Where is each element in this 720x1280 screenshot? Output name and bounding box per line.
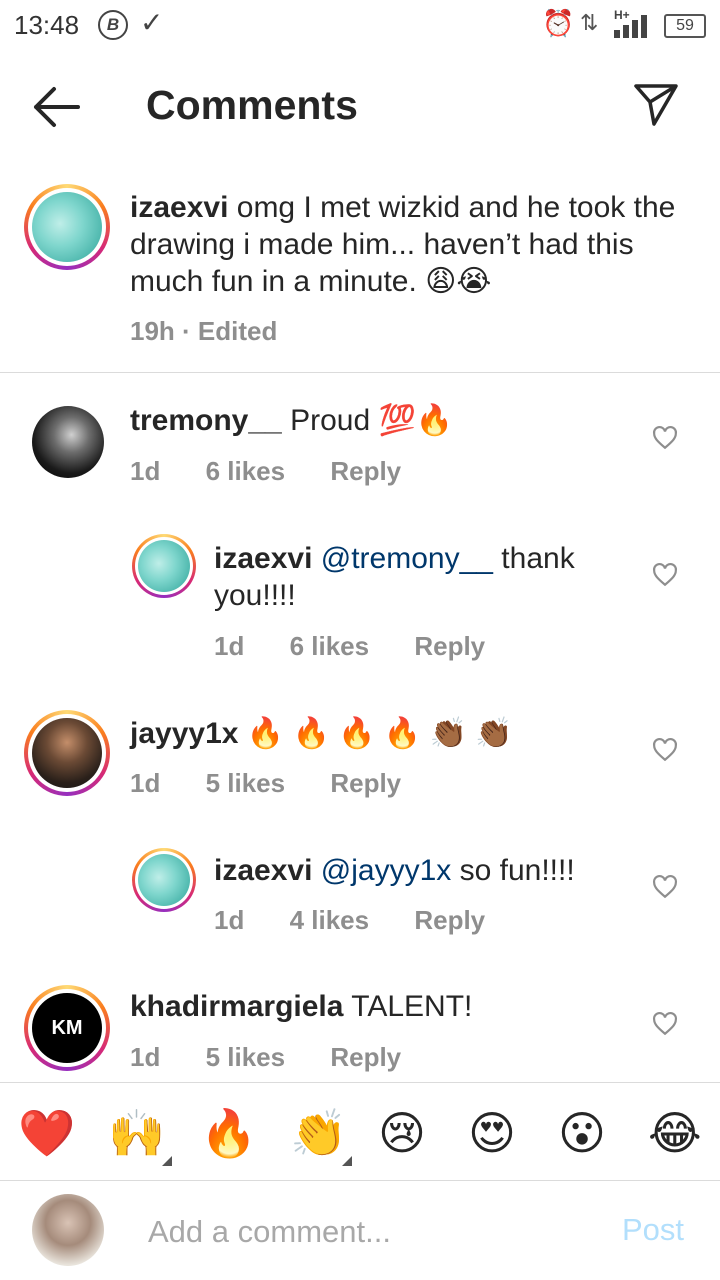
post-button[interactable]: Post: [622, 1212, 684, 1248]
data-arrows-icon: ⇅: [580, 10, 599, 35]
comment-body: TALENT!: [343, 990, 473, 1023]
reply-button[interactable]: Reply: [414, 631, 485, 661]
reply-time: 1d: [214, 631, 245, 661]
emoji-heart[interactable]: ❤️: [18, 1106, 75, 1160]
comment-body: Proud 💯🔥: [281, 404, 454, 437]
reply-button[interactable]: Reply: [414, 905, 485, 935]
comment-username[interactable]: khadirmargiela: [130, 990, 343, 1023]
back-arrow-icon[interactable]: [30, 82, 82, 132]
like-heart-icon[interactable]: [652, 1011, 678, 1037]
signal-icon: H+: [610, 8, 652, 45]
comment-meta: 1d 6 likes Reply: [130, 456, 439, 487]
mention-link[interactable]: @jayyy1x: [321, 854, 452, 887]
reply-likes[interactable]: 6 likes: [290, 631, 370, 661]
download-check-icon: ✓: [140, 7, 164, 38]
comment-likes[interactable]: 6 likes: [206, 456, 286, 486]
reply-button[interactable]: Reply: [330, 768, 401, 798]
battery-icon: 59: [664, 14, 706, 38]
status-time: 13:48: [14, 10, 80, 40]
comment-avatar[interactable]: KM: [24, 985, 110, 1071]
page-title: Comments: [146, 82, 358, 128]
km-logo: KM: [51, 1017, 83, 1039]
reply-button[interactable]: Reply: [330, 456, 401, 486]
caption-username[interactable]: izaexvi: [130, 191, 228, 224]
comment-username[interactable]: tremony__: [130, 404, 282, 437]
current-user-avatar: [32, 1194, 104, 1266]
divider: [0, 372, 720, 373]
comment-time: 1d: [130, 1042, 161, 1072]
emoji-surprised[interactable]: 😮: [558, 1106, 606, 1160]
status-bar: 13:48 B ✓ ⏰ ⇅ H+ 59: [0, 0, 720, 50]
like-heart-icon[interactable]: [652, 562, 678, 588]
like-heart-icon[interactable]: [652, 425, 678, 451]
emoji-raising-hands[interactable]: 🙌: [108, 1106, 165, 1160]
divider: [0, 1082, 720, 1083]
comment-text: khadirmargiela TALENT!: [130, 988, 620, 1025]
reply-body: so fun!!!!: [451, 854, 575, 887]
comment-body: 🔥 🔥 🔥 🔥 👏🏾 👏🏾: [238, 717, 513, 750]
emoji-heart-eyes[interactable]: 😍: [468, 1106, 516, 1160]
comment-time: 1d: [130, 456, 161, 486]
like-heart-icon[interactable]: [652, 874, 678, 900]
caption-time: 19h: [130, 316, 175, 346]
emoji-crying-face[interactable]: 😢: [378, 1106, 426, 1160]
emoji-clapping-hands[interactable]: 👏: [290, 1106, 347, 1160]
comment-text: tremony__ Proud 💯🔥: [130, 402, 620, 439]
skin-tone-indicator-icon: [342, 1156, 352, 1166]
comment-avatar[interactable]: [24, 710, 110, 796]
reply-username[interactable]: izaexvi: [214, 542, 312, 575]
comment-meta: 1d 5 likes Reply: [130, 1042, 439, 1073]
caption-edited: Edited: [197, 316, 278, 346]
alarm-icon: ⏰: [542, 8, 575, 38]
reply-button[interactable]: Reply: [330, 1042, 401, 1072]
caption-meta: 19h · Edited: [130, 316, 278, 346]
comment-avatar[interactable]: [32, 406, 104, 478]
comment-likes[interactable]: 5 likes: [206, 1042, 286, 1072]
reply-time: 1d: [214, 905, 245, 935]
b-badge-icon: B: [98, 10, 128, 40]
add-comment-input[interactable]: [146, 1208, 590, 1256]
reply-likes[interactable]: 4 likes: [290, 905, 370, 935]
network-type: H+: [614, 8, 630, 22]
reply-meta: 1d 4 likes Reply: [214, 905, 523, 936]
reply-username[interactable]: izaexvi: [214, 854, 312, 887]
emoji-fire[interactable]: 🔥: [200, 1106, 257, 1160]
direct-message-icon[interactable]: [632, 80, 680, 128]
comment-likes[interactable]: 5 likes: [206, 768, 286, 798]
reply-text: izaexvi @jayyy1x so fun!!!!: [214, 852, 634, 889]
reply-text: izaexvi @tremony__ thank you!!!!: [214, 540, 614, 614]
comment-meta: 1d 5 likes Reply: [130, 768, 439, 799]
reply-avatar[interactable]: [132, 534, 196, 598]
mention-link[interactable]: @tremony__: [321, 542, 493, 575]
reply-meta: 1d 6 likes Reply: [214, 631, 523, 662]
emoji-tears-of-joy[interactable]: 😂: [648, 1106, 702, 1160]
like-heart-icon[interactable]: [652, 737, 678, 763]
comment-text: jayyy1x 🔥 🔥 🔥 🔥 👏🏾 👏🏾: [130, 715, 620, 752]
skin-tone-indicator-icon: [162, 1156, 172, 1166]
comment-username[interactable]: jayyy1x: [130, 717, 238, 750]
divider: [0, 1180, 720, 1181]
reply-avatar[interactable]: [132, 848, 196, 912]
caption-text: izaexvi omg I met wizkid and he took the…: [130, 189, 690, 300]
caption-avatar[interactable]: [24, 184, 110, 270]
comment-time: 1d: [130, 768, 161, 798]
